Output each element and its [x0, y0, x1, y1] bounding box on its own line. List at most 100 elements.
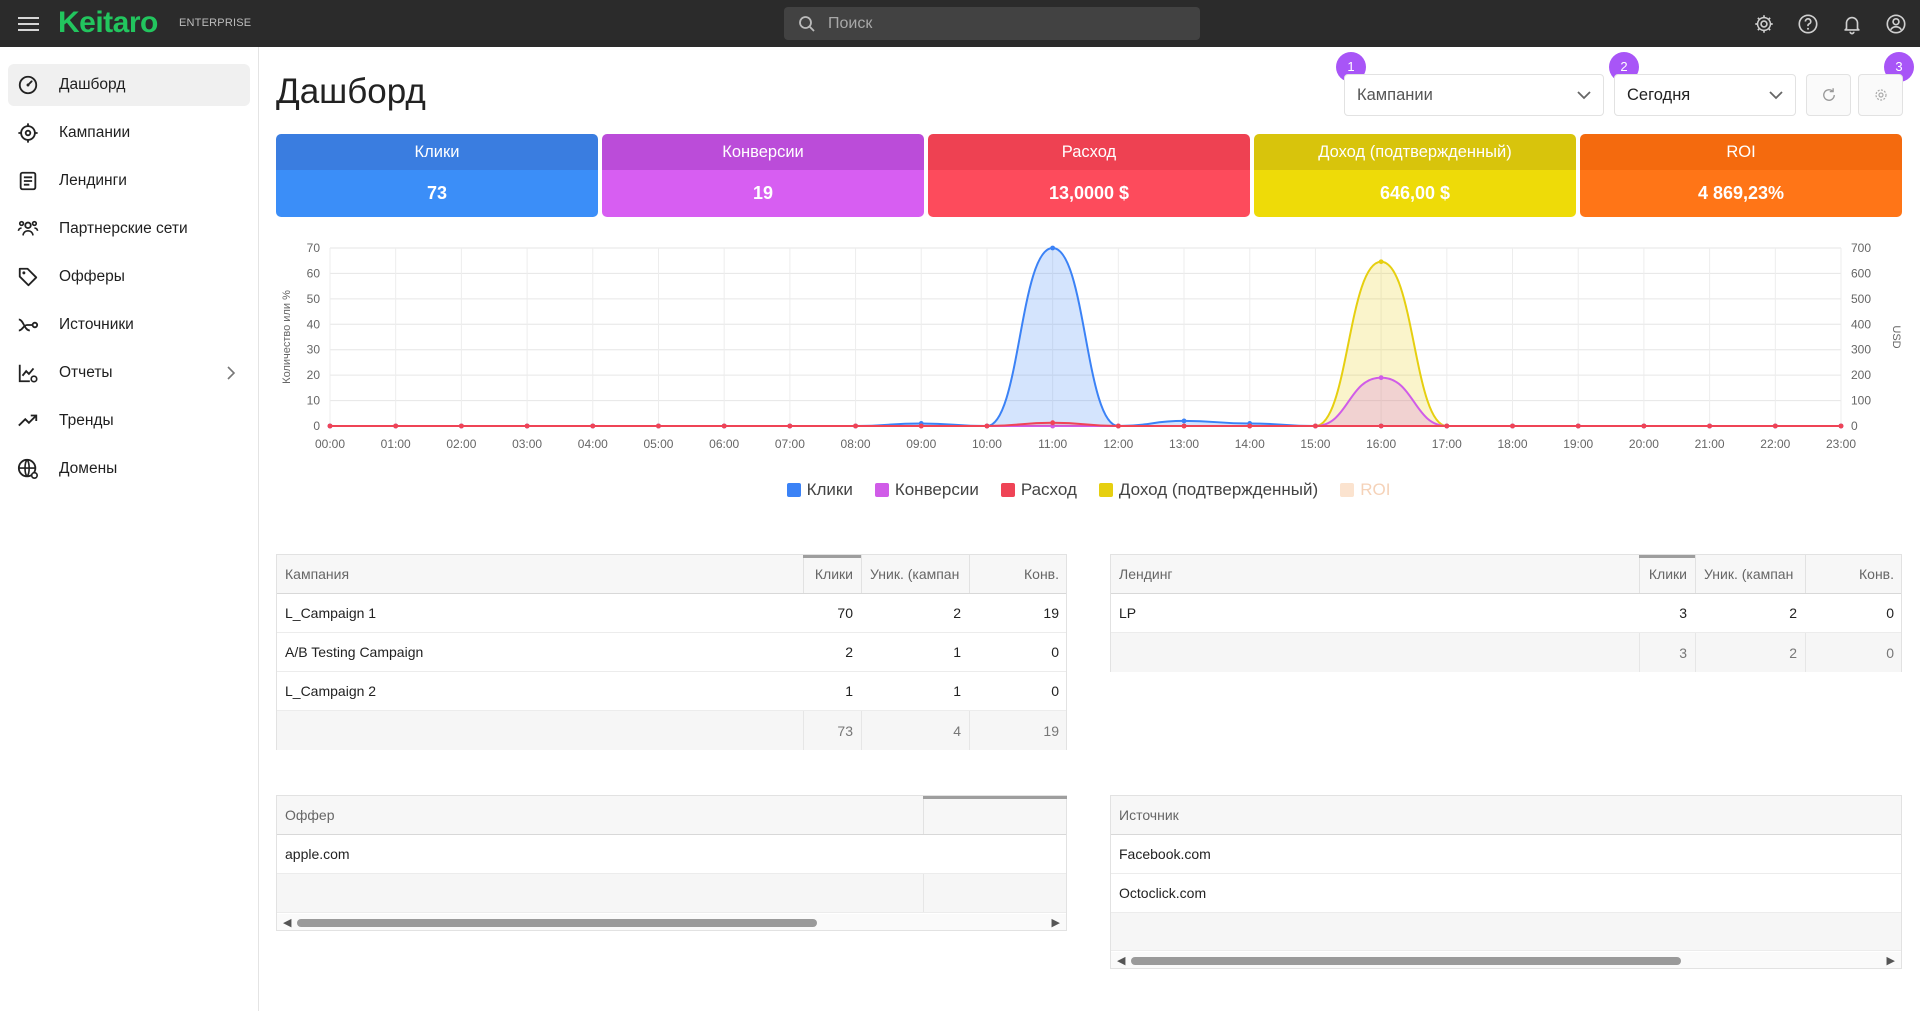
column-header-conversions[interactable]: Конв.	[969, 555, 1067, 593]
x-tick-label: 20:00	[1629, 437, 1659, 451]
app-logo[interactable]: Keitaro	[58, 6, 158, 40]
kpi-card-revenue: Доход (подтвержденный) 646,00 $	[1254, 134, 1576, 217]
sidebar-item-trends[interactable]: Тренды	[8, 400, 250, 442]
column-header-source[interactable]: Источник	[1111, 796, 1901, 834]
column-header-campaign[interactable]: Кампания	[277, 555, 803, 593]
sidebar-item-label: Лендинги	[59, 172, 127, 189]
horizontal-scrollbar[interactable]: ◀ ▶	[1111, 952, 1901, 968]
column-header-clicks[interactable]: Клики	[803, 555, 861, 593]
table-row[interactable]: A/B Testing Campaign 2 1 0	[277, 633, 1066, 672]
landings-table: Лендинг Клики Уник. (кампан Конв. LP 3 2…	[1110, 554, 1902, 672]
hamburger-menu-icon[interactable]	[14, 11, 44, 37]
scrollbar-thumb[interactable]	[1131, 957, 1681, 965]
column-header-landing[interactable]: Лендинг	[1111, 555, 1639, 593]
scroll-right-arrow-icon[interactable]: ▶	[1052, 916, 1060, 929]
x-tick-label: 09:00	[906, 437, 936, 451]
table-row[interactable]: LP 3 2 0	[1111, 594, 1901, 633]
landing-name[interactable]: LP	[1111, 594, 1639, 632]
data-point	[1772, 423, 1778, 429]
sidebar-item-label: Домены	[59, 460, 118, 477]
table-row[interactable]: L_Campaign 2 1 1 0	[277, 672, 1066, 711]
sidebar-item-dashboard[interactable]: Дашборд	[8, 64, 250, 106]
dashboard-settings-button[interactable]	[1858, 74, 1903, 116]
data-point	[1378, 375, 1384, 381]
legend-label: Доход (подтвержденный)	[1118, 480, 1319, 499]
data-point	[393, 423, 399, 429]
legend-swatch	[1000, 483, 1015, 497]
kpi-value: 13,0000 $	[928, 170, 1250, 217]
sidebar-item-domains[interactable]: Домены	[8, 448, 250, 490]
campaign-name[interactable]: L_Campaign 1	[277, 594, 803, 632]
x-tick-label: 16:00	[1366, 437, 1396, 451]
cell-conversions: 0	[1051, 683, 1059, 699]
search-box[interactable]	[784, 7, 1200, 40]
data-point	[458, 423, 464, 429]
x-tick-label: 08:00	[841, 437, 871, 451]
sidebar-item-affiliate-networks[interactable]: Партнерские сети	[8, 208, 250, 250]
y-tick-label: 30	[307, 343, 321, 357]
sidebar-item-campaigns[interactable]: Кампании	[8, 112, 250, 154]
kpi-label: Конверсии	[602, 134, 924, 170]
scroll-right-arrow-icon[interactable]: ▶	[1887, 954, 1895, 967]
campaign-name[interactable]: A/B Testing Campaign	[277, 633, 803, 671]
help-icon[interactable]	[1794, 10, 1822, 38]
offer-name[interactable]: apple.com	[277, 835, 923, 873]
sidebar-item-landings[interactable]: Лендинги	[8, 160, 250, 202]
legend-label: Клики	[806, 480, 853, 499]
column-header-empty[interactable]	[923, 796, 1067, 834]
scroll-left-arrow-icon[interactable]: ◀	[1117, 954, 1125, 967]
scrollbar-thumb[interactable]	[297, 919, 817, 927]
y-tick-label: 50	[307, 292, 321, 306]
notifications-bell-icon[interactable]	[1838, 10, 1866, 38]
column-header-conversions[interactable]: Конв.	[1805, 555, 1902, 593]
data-point	[524, 423, 530, 429]
table-totals-row: 73 4 19	[277, 711, 1066, 750]
period-select[interactable]: Сегодня	[1614, 74, 1796, 116]
data-point	[1050, 245, 1056, 251]
table-row[interactable]: Facebook.com	[1111, 835, 1901, 874]
refresh-button[interactable]	[1806, 74, 1851, 116]
x-tick-label: 13:00	[1169, 437, 1199, 451]
total-conversions: 0	[1805, 633, 1902, 672]
user-account-icon[interactable]	[1882, 10, 1910, 38]
data-point	[1050, 420, 1056, 426]
sidebar-item-label: Партнерские сети	[59, 220, 188, 237]
chevron-down-icon	[1577, 91, 1591, 100]
sidebar-item-sources[interactable]: Источники	[8, 304, 250, 346]
kpi-card-clicks: Клики 73	[276, 134, 598, 217]
legend-item-revenue[interactable]: Доход (подтвержденный)	[1098, 480, 1319, 500]
legend-item-clicks[interactable]: Клики	[786, 480, 853, 500]
y2-tick-label: 400	[1851, 317, 1871, 331]
settings-gear-icon[interactable]	[1750, 10, 1778, 38]
group-by-select[interactable]: Кампании	[1344, 74, 1604, 116]
column-header-clicks[interactable]: Клики	[1639, 555, 1695, 593]
data-point	[984, 423, 990, 429]
totals-label-cell	[277, 874, 923, 912]
legend-item-roi[interactable]: ROI	[1340, 480, 1390, 500]
x-tick-label: 01:00	[381, 437, 411, 451]
table-row[interactable]: L_Campaign 1 70 2 19	[277, 594, 1066, 633]
source-name[interactable]: Facebook.com	[1111, 835, 1901, 873]
search-input[interactable]	[828, 7, 1188, 40]
column-header-offer[interactable]: Оффер	[277, 796, 923, 834]
table-row[interactable]: apple.com	[277, 835, 1066, 874]
data-point	[1641, 423, 1647, 429]
column-header-unique[interactable]: Уник. (кампан	[1695, 555, 1805, 593]
y2-tick-label: 600	[1851, 266, 1871, 280]
table-header-row: Кампания Клики Уник. (кампан Конв.	[277, 555, 1066, 594]
horizontal-scrollbar[interactable]: ◀ ▶	[277, 914, 1066, 930]
campaign-name[interactable]: L_Campaign 2	[277, 672, 803, 710]
column-header-unique[interactable]: Уник. (кампан	[861, 555, 969, 593]
kpi-value: 73	[276, 170, 598, 217]
table-row[interactable]: Octoclick.com	[1111, 874, 1901, 913]
offers-table: Оффер apple.com ◀ ▶	[276, 795, 1067, 931]
legend-item-conversions[interactable]: Конверсии	[874, 480, 979, 500]
sidebar-item-offers[interactable]: Офферы	[8, 256, 250, 298]
legend-swatch	[874, 483, 889, 497]
legend-item-cost[interactable]: Расход	[1000, 480, 1077, 500]
sidebar-item-reports[interactable]: Отчеты	[8, 352, 250, 394]
source-name[interactable]: Octoclick.com	[1111, 874, 1901, 912]
scroll-left-arrow-icon[interactable]: ◀	[283, 916, 291, 929]
totals-label-cell	[1111, 913, 1901, 950]
cell-clicks: 2	[845, 644, 853, 660]
